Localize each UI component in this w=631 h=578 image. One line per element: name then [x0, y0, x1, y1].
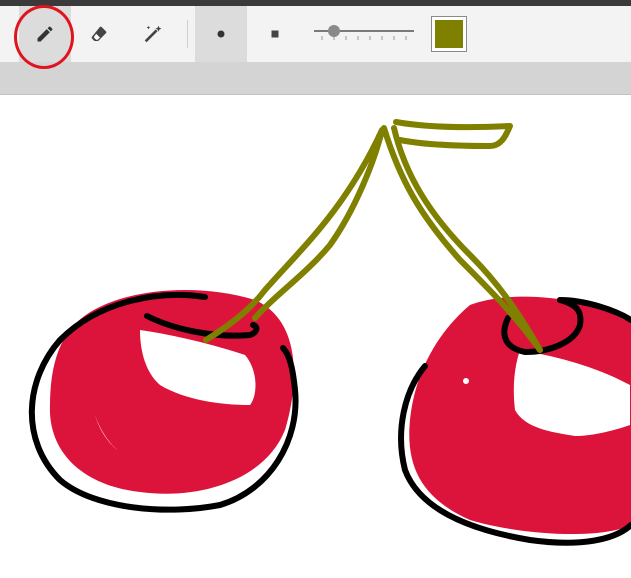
brush-size-slider[interactable]: [312, 20, 416, 48]
magic-wand-icon: [142, 23, 164, 45]
magic-wand-tool-button[interactable]: [127, 6, 179, 62]
eraser-icon: [89, 24, 109, 44]
square-brush-icon: [270, 29, 280, 39]
cherry-drawing: [28, 119, 631, 546]
current-color-swatch[interactable]: [431, 16, 467, 52]
eraser-tool-button[interactable]: [73, 6, 125, 62]
current-color-fill: [435, 20, 463, 48]
drawing-canvas[interactable]: [0, 95, 631, 578]
drawing-toolbar: [0, 6, 631, 62]
square-brush-button[interactable]: [249, 6, 301, 62]
brush-size-slider-thumb[interactable]: [328, 25, 340, 37]
pencil-icon: [35, 24, 55, 44]
round-brush-button[interactable]: [195, 6, 247, 62]
toolbar-separator: [187, 20, 188, 48]
pencil-tool-button[interactable]: [19, 6, 71, 62]
round-brush-icon: [216, 29, 226, 39]
canvas-header-bar: [0, 62, 631, 95]
